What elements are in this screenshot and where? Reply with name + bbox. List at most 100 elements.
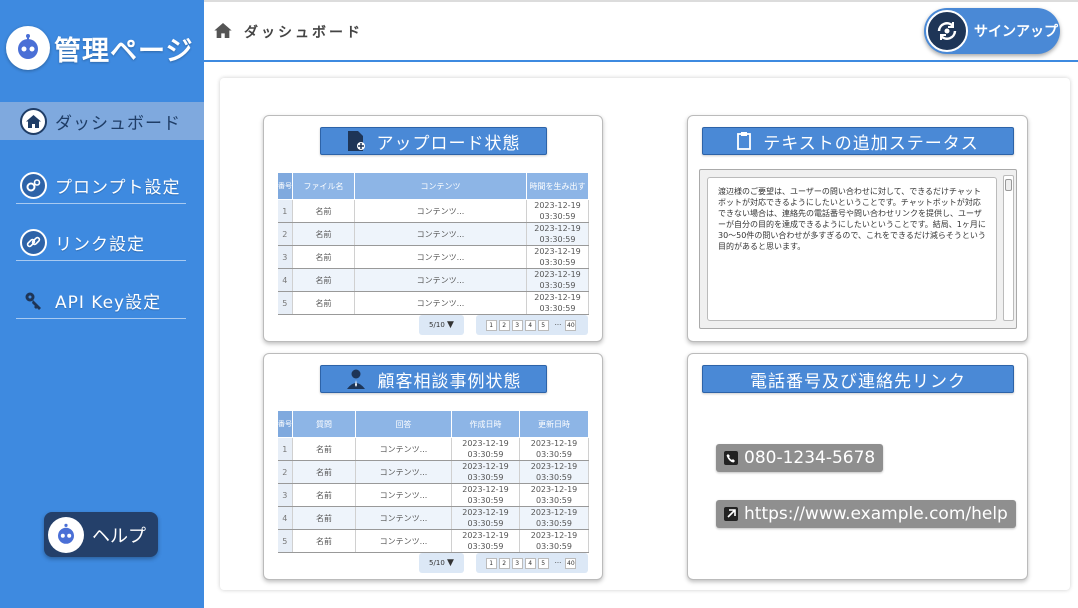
signup-button[interactable]: サインアップ	[924, 8, 1060, 54]
table-row[interactable]: 3 名前 コンテンツ... 2023-12-19 03:30:59 2023-12-19 0…	[277, 483, 589, 507]
created-time-cell: 2023-12-19 03:30:59	[451, 437, 520, 461]
column-header[interactable]: コンテンツ	[354, 172, 527, 200]
file-name-cell: 名前	[292, 245, 355, 269]
scrollbar-thumb[interactable]	[1005, 179, 1012, 191]
page-ellipsis: ···	[554, 321, 562, 329]
created-time-cell: 2023-12-19 03:30:59	[526, 245, 589, 269]
consult-pager: 5/10 ▼ 1 2 3 4 5 ··· 40	[419, 553, 588, 573]
consult-status-title: 顧客相談事例状態	[320, 365, 547, 393]
page-button[interactable]: 5	[537, 319, 549, 331]
time-text: 03:30:59	[536, 473, 572, 482]
page-button[interactable]: 3	[511, 319, 523, 331]
created-time-cell: 2023-12-19 03:30:59	[451, 460, 520, 484]
sidebar: 管理ページ ダッシュボード プロンプト設定 リンク設定 API Key設定 ヘル…	[0, 0, 204, 608]
page-button[interactable]: 40	[565, 319, 577, 331]
page-button[interactable]: 2	[498, 319, 510, 331]
table-row[interactable]: 1 名前 コンテンツ... 2023-12-19 03:30:59 2023-12-19 0…	[277, 437, 589, 461]
column-header[interactable]: 質問	[292, 410, 356, 438]
card-title-label: テキストの追加ステータス	[763, 133, 979, 154]
phone-chip[interactable]: 080-1234-5678	[716, 444, 884, 472]
sidebar-item-label: API Key設定	[55, 293, 162, 313]
content-cell: コンテンツ...	[354, 291, 527, 315]
page-button[interactable]: 4	[524, 557, 536, 569]
sidebar-item-link-settings[interactable]: リンク設定	[16, 225, 186, 261]
column-header[interactable]: 時間を生み出す	[526, 172, 589, 200]
text-status-content[interactable]: 渡辺様のご要望は、ユーザーの問い合わせに対して、できるだけチャットボットが対応で…	[707, 177, 997, 321]
time-text: 03:30:59	[539, 235, 576, 244]
column-header[interactable]: 番号	[277, 172, 293, 200]
page-size-select[interactable]: 5/10 ▼	[419, 553, 464, 573]
date-text: 2023-12-19	[534, 224, 581, 233]
app-title: 管理ページ	[54, 35, 194, 67]
answer-cell: コンテンツ...	[355, 529, 452, 553]
answer-cell: コンテンツ...	[355, 437, 452, 461]
upload-table: 番号 ファイル名 コンテンツ 時間を生み出す 1 名前 コンテンツ... 2023-1…	[277, 172, 589, 315]
column-header[interactable]: 回答	[355, 410, 452, 438]
date-text: 2023-12-19	[534, 201, 581, 210]
header: ダッシュボード サインアップ	[204, 0, 1078, 62]
upload-pager: 5/10 ▼ 1 2 3 4 5 ··· 40	[419, 315, 588, 335]
table-row[interactable]: 2 名前 コンテンツ... 2023-12-19 03:30:59	[277, 222, 589, 246]
page-size-value: 5/10	[429, 559, 445, 567]
dashboard-panel: アップロード状態 番号 ファイル名 コンテンツ 時間を生み出す 1 名前 コンテンツ…	[220, 78, 1070, 590]
card-title-label: 顧客相談事例状態	[377, 371, 522, 392]
page-button[interactable]: 3	[511, 557, 523, 569]
robot-help-icon	[48, 516, 84, 553]
time-text: 03:30:59	[539, 281, 576, 290]
contact-title: 電話番号及び連絡先リンク	[702, 365, 1014, 393]
answer-cell: コンテンツ...	[355, 483, 452, 507]
time-text: 03:30:59	[467, 542, 504, 551]
sidebar-item-label: リンク設定	[55, 235, 145, 255]
question-cell: 名前	[292, 437, 356, 461]
date-text: 2023-12-19	[462, 508, 509, 517]
sync-icon	[926, 10, 968, 52]
page-button[interactable]: 1	[485, 319, 497, 331]
created-time-cell: 2023-12-19 03:30:59	[526, 291, 589, 315]
content-cell: コンテンツ...	[354, 199, 527, 223]
home-icon	[20, 107, 47, 135]
time-text: 03:30:59	[467, 450, 504, 459]
help-link-chip[interactable]: https://www.example.com/help	[716, 500, 1016, 528]
scrollbar[interactable]	[1003, 175, 1014, 321]
table-row[interactable]: 5 名前 コンテンツ... 2023-12-19 03:30:59 2023-12-19 0…	[277, 529, 589, 553]
page-button[interactable]: 5	[537, 557, 549, 569]
column-header[interactable]: 作成日時	[451, 410, 520, 438]
sidebar-item-api-key-settings[interactable]: API Key設定	[16, 283, 186, 319]
text-status-title: テキストの追加ステータス	[702, 127, 1014, 155]
column-header[interactable]: 番号	[277, 410, 293, 438]
sidebar-item-prompt-settings[interactable]: プロンプト設定	[16, 168, 186, 204]
row-number: 3	[277, 483, 293, 507]
date-text: 2023-12-19	[462, 485, 509, 494]
column-header[interactable]: 更新日時	[519, 410, 589, 438]
date-text: 2023-12-19	[530, 508, 578, 517]
created-time-cell: 2023-12-19 03:30:59	[526, 268, 589, 292]
link-icon	[20, 229, 47, 256]
contact-card: 電話番号及び連絡先リンク 080-1234-5678 https://www.e…	[687, 353, 1028, 580]
table-row[interactable]: 5 名前 コンテンツ... 2023-12-19 03:30:59	[277, 291, 589, 315]
sidebar-item-dashboard[interactable]: ダッシュボード	[0, 102, 204, 140]
question-cell: 名前	[292, 460, 356, 484]
upload-status-card: アップロード状態 番号 ファイル名 コンテンツ 時間を生み出す 1 名前 コンテンツ…	[263, 115, 603, 342]
table-row[interactable]: 4 名前 コンテンツ... 2023-12-19 03:30:59 2023-12-19 0…	[277, 506, 589, 530]
time-text: 03:30:59	[539, 258, 576, 267]
help-button[interactable]: ヘルプ	[44, 512, 158, 557]
table-row[interactable]: 4 名前 コンテンツ... 2023-12-19 03:30:59	[277, 268, 589, 292]
page-button[interactable]: 4	[524, 319, 536, 331]
table-row[interactable]: 1 名前 コンテンツ... 2023-12-19 03:30:59	[277, 199, 589, 223]
external-link-icon	[724, 507, 738, 521]
date-text: 2023-12-19	[530, 439, 578, 448]
page-button[interactable]: 40	[565, 557, 577, 569]
updated-time-cell: 2023-12-19 03:30:59	[519, 506, 589, 530]
page-button[interactable]: 1	[485, 557, 497, 569]
created-time-cell: 2023-12-19 03:30:59	[451, 506, 520, 530]
page-size-select[interactable]: 5/10 ▼	[419, 315, 464, 335]
updated-time-cell: 2023-12-19 03:30:59	[519, 437, 589, 461]
page-button[interactable]: 2	[498, 557, 510, 569]
column-header[interactable]: ファイル名	[292, 172, 355, 200]
content-cell: コンテンツ...	[354, 245, 527, 269]
key-icon	[20, 287, 47, 314]
table-row[interactable]: 2 名前 コンテンツ... 2023-12-19 03:30:59 2023-12-19 0…	[277, 460, 589, 484]
created-time-cell: 2023-12-19 03:30:59	[451, 483, 520, 507]
sidebar-item-label: プロンプト設定	[55, 178, 181, 198]
table-row[interactable]: 3 名前 コンテンツ... 2023-12-19 03:30:59	[277, 245, 589, 269]
